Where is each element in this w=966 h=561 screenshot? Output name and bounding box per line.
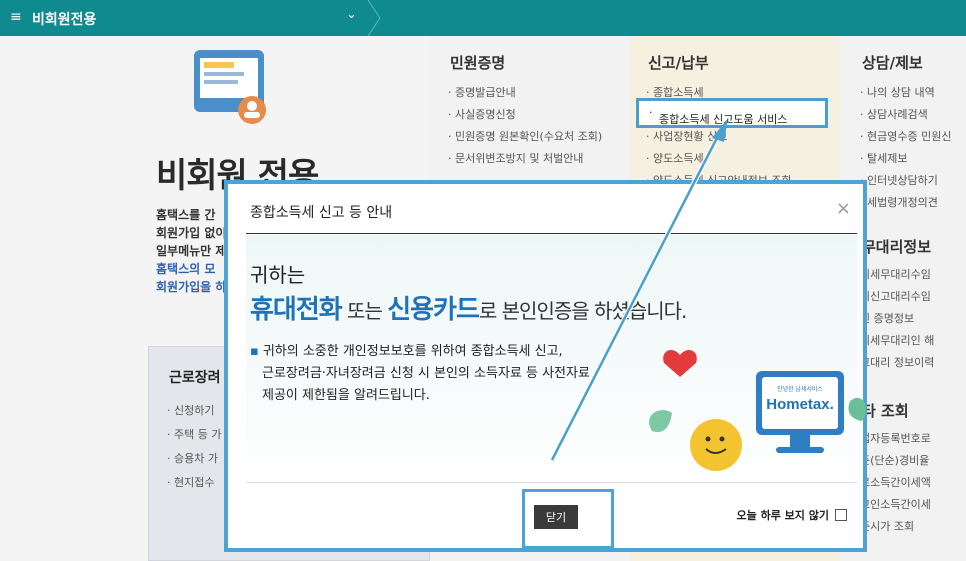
menu-item[interactable]: · 증명발급안내 (448, 82, 602, 104)
desc-line: 회원가입 없이 (156, 226, 227, 240)
menu-item[interactable]: · 탈세제보 (860, 148, 951, 170)
menu-item[interactable]: 된 증명정보 (860, 308, 934, 330)
modal-header: 종합소득세 신고 등 안내 × (246, 184, 857, 234)
column-title: 민원증명 (450, 54, 506, 72)
dont-show-checkbox[interactable] (835, 509, 847, 521)
menu-icon[interactable]: ≡ (10, 9, 22, 25)
modal-title: 종합소득세 신고 등 안내 (250, 205, 393, 221)
menu-item[interactable]: 고대리 정보이력 (860, 352, 934, 374)
breadcrumb-separator (367, 0, 381, 36)
menu-item[interactable]: · 민원증명 원본확인(수요처 조회) (448, 126, 602, 148)
menu-item[interactable]: 의신고대리수임 (860, 286, 934, 308)
logo-small-text: 안녕한 납세서비스 (777, 385, 823, 393)
nav-title[interactable]: 비회원전용 (32, 9, 96, 29)
menu-item[interactable]: · 사업장현황 신고 (646, 126, 792, 148)
menu-item[interactable]: · 인터넷상담하기 (860, 170, 951, 192)
dont-show-today[interactable]: 오늘 하루 보지 않기 (737, 507, 847, 523)
menu-item[interactable]: 로소득간이세액 (860, 472, 931, 494)
close-button[interactable]: 닫기 (534, 505, 578, 529)
card-item[interactable]: · 주택 등 가 (167, 423, 221, 447)
modal-body: 귀하는 휴대전화 또는 신용카드로 본인인증을 하셨습니다. ▪ 귀하의 소중한 … (246, 235, 867, 485)
left-description: 홈택스를 간 회원가입 없이 일부메뉴만 제 홈택스의 모 회원가입을 하 (156, 206, 226, 296)
logo-text: Hometax. (766, 396, 834, 413)
desc-line-blue: 회원가입을 하 (156, 280, 227, 294)
close-icon[interactable]: × (836, 198, 851, 219)
menu-item[interactable]: · 사실증명신청 (448, 104, 602, 126)
desc-line-blue: 홈택스의 모 (156, 262, 216, 276)
card-item[interactable]: · 승용차 가 (167, 447, 221, 471)
menu-item[interactable]: · 양도소득세 (646, 148, 792, 170)
card-item[interactable]: · 현지접수 (167, 471, 221, 495)
card-title: 근로장려 (169, 370, 221, 386)
greeting-line: 귀하는 (250, 263, 306, 287)
menu-item[interactable]: 의세무대리인 해 (860, 330, 934, 352)
privacy-notice: ▪ 귀하의 소중한 개인정보보호를 위하여 종합소득세 신고, 근로장려금·자녀장… (250, 344, 590, 403)
column-subtitle: 무대리정보 (862, 238, 932, 256)
card-item[interactable]: · 신청하기 (167, 399, 221, 423)
chevron-down-icon[interactable]: ⌄ (346, 7, 357, 22)
column-title: 상담/제보 (862, 54, 923, 72)
top-nav-bar: ≡ 비회원전용 ⌄ (0, 0, 966, 36)
menu-item[interactable]: 교인소득간이세 (860, 494, 931, 516)
menu-item[interactable]: · 문서위변조방지 및 처벌안내 (448, 148, 602, 170)
desc-line: 홈택스를 간 (156, 208, 216, 222)
menu-item[interactable]: 준시가 조회 (860, 516, 931, 538)
auth-message: 휴대전화 또는 신용카드로 본인인증을 하셨습니다. (250, 295, 687, 325)
modal-footer: 닫기 오늘 하루 보지 않기 (246, 482, 857, 552)
menu-item[interactable]: 준(단순)경비율 (860, 450, 931, 472)
dont-show-label: 오늘 하루 보지 않기 (736, 509, 829, 522)
menu-item[interactable]: · 현금영수증 민원신 (860, 126, 951, 148)
column-title: 신고/납부 (648, 54, 709, 72)
menu-item[interactable]: 업자등록번호로 (860, 428, 931, 450)
hometax-illustration-icon: 안녕한 납세서비스 Hometax. (649, 349, 867, 471)
menu-item[interactable]: · 세법령개정의견 (860, 192, 951, 214)
info-modal: 종합소득세 신고 등 안내 × 귀하는 휴대전화 또는 신용카드로 본인인증을 … (224, 180, 867, 552)
menu-item[interactable]: · 상담사례검색 (860, 104, 951, 126)
menu-item[interactable]: 의세무대리수임 (860, 264, 934, 286)
bullet-icon: ▪ (250, 344, 259, 359)
auth-method-card: 신용카드 (387, 295, 480, 325)
auth-method-phone: 휴대전화 (250, 295, 343, 325)
highlighted-menu-item[interactable]: · 종합소득세 신고도움 서비스 (636, 98, 828, 128)
menu-item[interactable]: · 나의 상담 내역 (860, 82, 951, 104)
non-member-illustration-icon (194, 50, 266, 124)
desc-line: 일부메뉴만 제 (156, 244, 227, 258)
